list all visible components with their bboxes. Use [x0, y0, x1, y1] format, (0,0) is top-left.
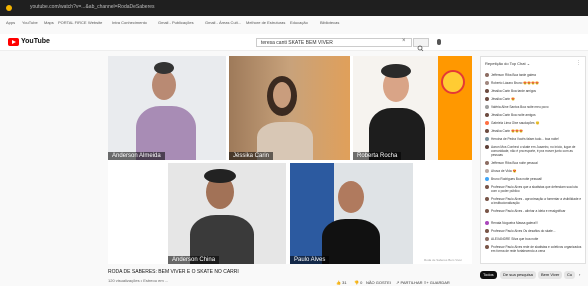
- more-options-icon[interactable]: ⋮: [576, 60, 581, 66]
- avatar: [485, 121, 489, 125]
- participant-name: Roberta Rocha: [353, 152, 402, 160]
- avatar: [485, 237, 489, 241]
- search-button[interactable]: [413, 38, 429, 52]
- bookmark-item[interactable]: Bibliotecas: [320, 20, 339, 25]
- clear-search-icon[interactable]: ×: [402, 38, 406, 44]
- participant-name: Anderson Almeida: [108, 152, 165, 160]
- bookmark-item[interactable]: Intra Conhecimento: [112, 20, 147, 25]
- chip-bem-viver[interactable]: Bem Viver: [538, 271, 563, 279]
- bookmark-item[interactable]: Gmail - Áreas Cult...: [205, 20, 241, 25]
- avatar: [485, 145, 489, 149]
- avatar: [485, 97, 489, 101]
- avatar: [485, 73, 489, 77]
- avatar: [485, 81, 489, 85]
- avatar: [485, 209, 489, 213]
- avatar: [485, 177, 489, 181]
- video-meta: 120 visualizações • Estreou em ...: [108, 278, 169, 283]
- youtube-logo-text[interactable]: YouTube: [21, 38, 50, 45]
- bookmark-item[interactable]: Website: [88, 20, 102, 25]
- bookmark-item[interactable]: Maps: [44, 20, 54, 25]
- avatar: [485, 185, 489, 189]
- save-button[interactable]: ≡+ GUARDAR: [424, 280, 450, 285]
- participant-name: Paulo Alves: [290, 256, 330, 264]
- avatar: [485, 89, 489, 93]
- chip-cu[interactable]: Cu: [564, 271, 576, 279]
- bookmark-item[interactable]: YouTube: [22, 20, 38, 25]
- bookmark-item[interactable]: PORTAL FIRCE: [58, 20, 87, 25]
- avatar: [485, 161, 489, 165]
- participant-tile: Anderson China: [168, 163, 286, 264]
- video-player[interactable]: Anderson Almeida Jéssika Carin Roberta R…: [108, 56, 472, 264]
- search-icon: [417, 45, 424, 52]
- avatar: [485, 169, 489, 173]
- share-button[interactable]: ↗ PARTILHAR: [396, 280, 423, 285]
- participant-name: Jéssika Carin: [229, 152, 274, 160]
- video-watermark: Roda de Saberes Bem Viver: [424, 258, 462, 262]
- participant-tile: Paulo Alves: [290, 163, 413, 264]
- avatar: [485, 229, 489, 233]
- chip-search[interactable]: De sua pesquisa: [500, 271, 536, 279]
- dislike-label[interactable]: NÃO GOSTEI: [366, 280, 391, 285]
- participant-tile: Jéssika Carin: [229, 56, 350, 160]
- chat-header[interactable]: Repetição do Top Chat ⌄: [485, 61, 530, 66]
- bookmark-item[interactable]: Apps: [6, 20, 15, 25]
- bookmark-item[interactable]: Gmail - Publicações: [158, 20, 194, 25]
- dislike-button[interactable]: 👎 0: [354, 280, 362, 285]
- avatar: [485, 197, 489, 201]
- avatar: [485, 113, 489, 117]
- like-button[interactable]: 👍 31: [336, 280, 347, 285]
- chevron-right-icon[interactable]: ›: [576, 271, 583, 279]
- video-title: RODA DE SABERES: BEM VIVER E O SKATE NO …: [108, 269, 239, 275]
- bookmarks-bar: Apps YouTube Maps PORTAL FIRCE Website I…: [0, 20, 588, 30]
- microphone-icon[interactable]: [437, 39, 441, 45]
- browser-titlebar: youtube.com/watch?v=...&ab_channel=RodaD…: [0, 0, 588, 16]
- address-bar[interactable]: youtube.com/watch?v=...&ab_channel=RodaD…: [30, 4, 155, 10]
- participant-name: Anderson China: [168, 256, 220, 264]
- avatar: [485, 221, 489, 225]
- related-filter-chips: Todos De sua pesquisa Bem Viver Cu ›: [480, 271, 588, 281]
- avatar: [485, 129, 489, 133]
- live-chat-replay: Repetição do Top Chat ⌄ ⋮ Jefferson Riba…: [480, 56, 586, 264]
- browser-indicator-icon: [6, 5, 12, 11]
- event-logo-icon: [441, 70, 465, 94]
- participant-tile: Anderson Almeida: [108, 56, 226, 160]
- chip-all[interactable]: Todos: [480, 271, 497, 279]
- avatar: [485, 137, 489, 141]
- bookmark-item[interactable]: Educação: [290, 20, 308, 25]
- participant-tile: Roberta Rocha: [353, 56, 472, 160]
- bookmark-item[interactable]: Melhore de Estruturas: [246, 20, 285, 25]
- search-input[interactable]: teresa canti SKATE BEM VIVER: [256, 38, 412, 47]
- avatar: [485, 105, 489, 109]
- avatar: [485, 245, 489, 249]
- youtube-logo-icon[interactable]: [8, 38, 19, 46]
